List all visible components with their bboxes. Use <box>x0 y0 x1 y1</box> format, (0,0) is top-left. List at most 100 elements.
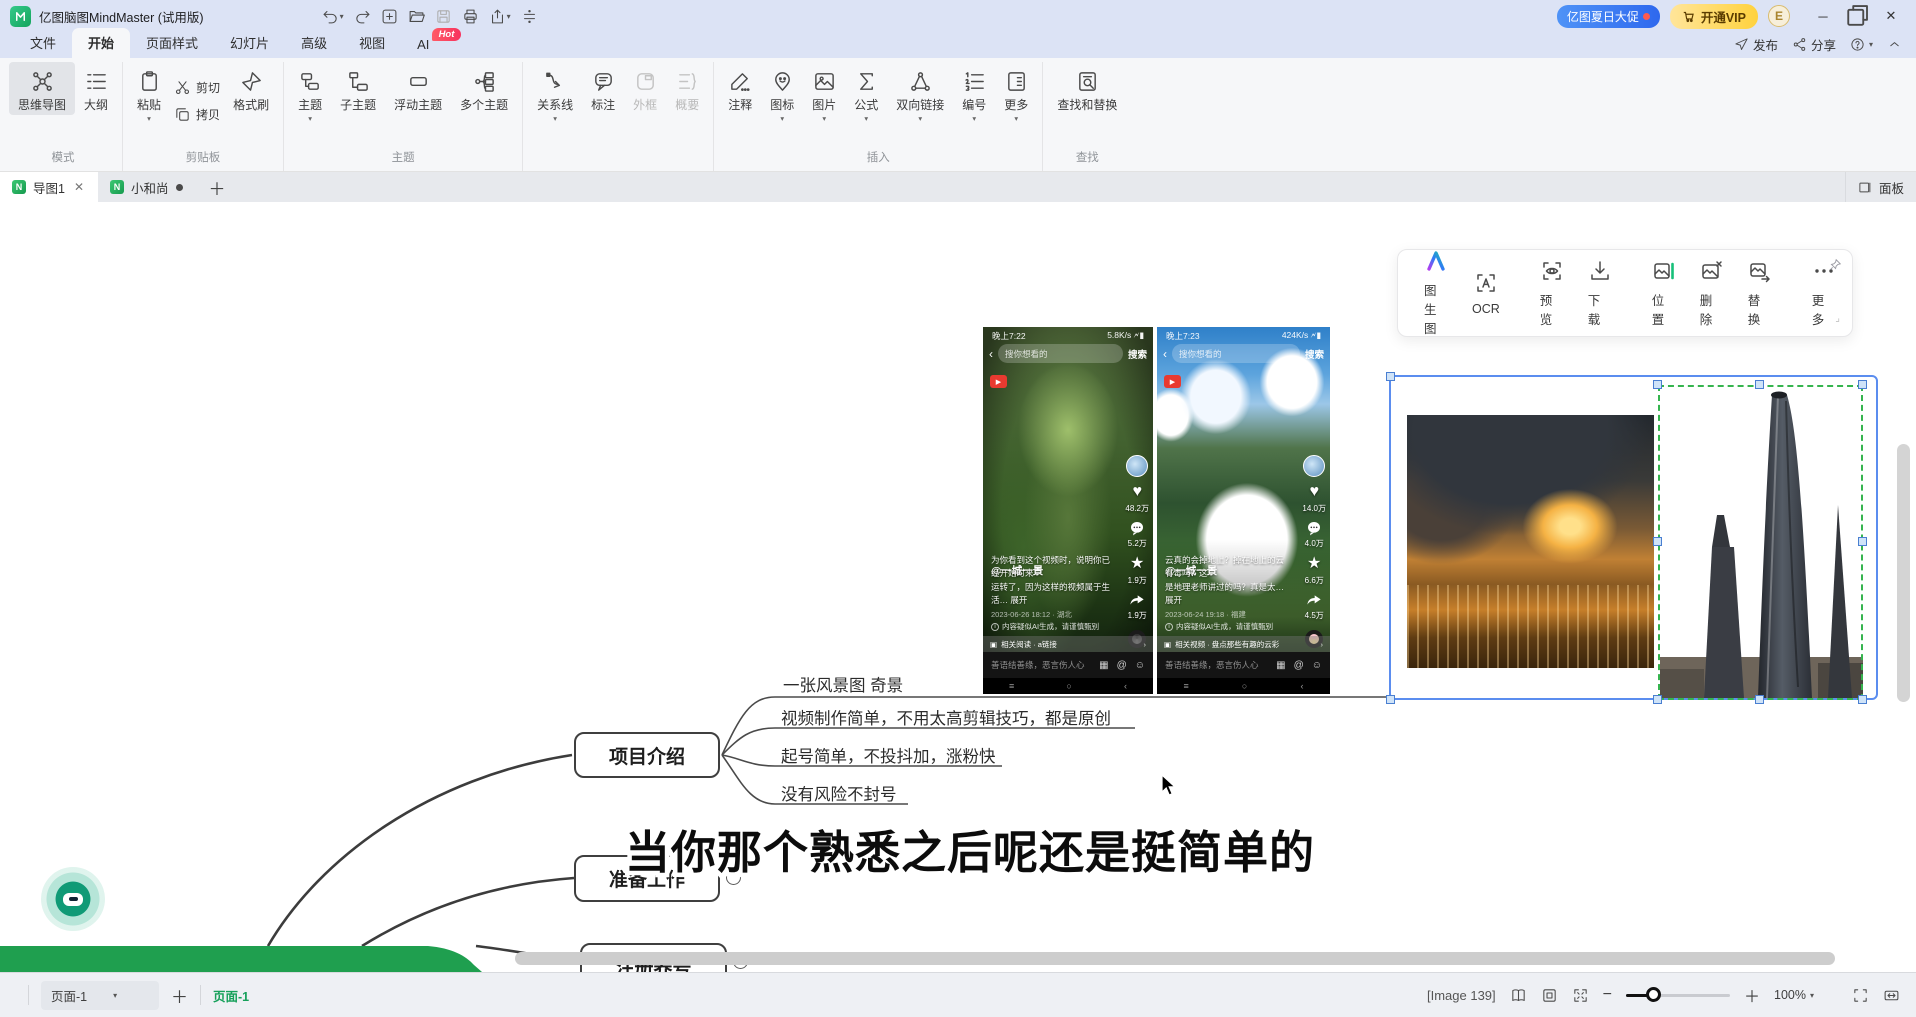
save-button[interactable] <box>435 8 452 25</box>
sunset-arch-image[interactable] <box>1407 415 1654 668</box>
pin-icon[interactable] <box>1828 258 1842 272</box>
open-file-button[interactable] <box>408 8 425 25</box>
cut-button[interactable]: 剪切 <box>170 77 224 98</box>
search-button[interactable]: 搜索 <box>1305 347 1324 361</box>
fit-width-icon[interactable] <box>1883 987 1900 1004</box>
uploader-avatar[interactable] <box>1303 455 1325 477</box>
action-rail[interactable]: ♥48.2万 5.2万 ★1.9万 1.9万 <box>1125 455 1149 648</box>
share-icon[interactable] <box>1129 592 1145 608</box>
back-icon[interactable]: ‹ <box>989 347 993 361</box>
insert-image-button[interactable]: 图片▾ <box>803 62 845 123</box>
selection-handle[interactable] <box>1653 380 1662 389</box>
comment-button[interactable]: 注释 <box>719 62 761 115</box>
related-strip[interactable]: ▣相关阅读 · a链接› <box>983 636 1153 652</box>
group-handle[interactable] <box>1386 372 1395 381</box>
uploader-avatar[interactable] <box>1126 455 1148 477</box>
selected-image-group[interactable] <box>1389 375 1878 700</box>
undo-caret-icon[interactable]: ▾ <box>340 12 344 21</box>
tab-close-icon[interactable]: ✕ <box>72 180 86 194</box>
action-rail[interactable]: ♥14.0万 4.0万 ★6.6万 4.5万 <box>1302 455 1326 648</box>
search-input[interactable]: 搜你想看的 <box>1172 344 1300 363</box>
group-handle[interactable] <box>1386 695 1395 704</box>
related-strip[interactable]: ▣相关视频 · 盘点那些有趣的云彩› <box>1157 636 1330 652</box>
fullscreen-icon[interactable] <box>1852 987 1869 1004</box>
outline-mode-button[interactable]: 大纲 <box>75 62 117 115</box>
topic-button[interactable]: 主题▾ <box>289 62 331 123</box>
topic-node-intro[interactable]: 项目介绍 <box>574 732 720 778</box>
page-tab-active[interactable]: 页面-1 <box>213 986 249 1005</box>
phone-screenshot-statue[interactable]: 晚上7:225.8K/s 🗲▮ ‹搜你想看的搜索 ▶ ♥48.2万 5.2万 ★… <box>983 327 1153 694</box>
undo-button[interactable]: ▾ <box>322 8 344 25</box>
add-page-button[interactable]: ＋ <box>171 983 188 1008</box>
share-button[interactable]: 分享 <box>1792 35 1836 54</box>
new-file-button[interactable] <box>381 8 398 25</box>
selection-handle[interactable] <box>1653 695 1662 704</box>
position-button[interactable]: 位置 <box>1642 259 1686 328</box>
collapse-ribbon-button[interactable] <box>1887 37 1902 52</box>
vertical-scrollbar[interactable] <box>1897 444 1910 702</box>
export-button[interactable]: ▾ <box>489 8 511 25</box>
img2img-button[interactable]: 图生图 <box>1414 249 1458 337</box>
preview-button[interactable]: 预览 <box>1530 259 1574 328</box>
copy-button[interactable]: 拷贝 <box>170 104 224 125</box>
redo-button[interactable] <box>354 8 371 25</box>
menu-slides[interactable]: 幻灯片 <box>214 28 285 58</box>
zoom-slider[interactable] <box>1626 994 1730 997</box>
selection-handle[interactable] <box>1755 380 1764 389</box>
format-painter-button[interactable]: 格式刷 <box>224 62 278 115</box>
zoom-in-button[interactable]: ＋ <box>1744 983 1760 1007</box>
tab-monk[interactable]: N 小和尚 <box>98 172 195 202</box>
android-navbar[interactable]: ≡○‹ <box>1157 678 1330 694</box>
navigator-icon[interactable] <box>1510 987 1527 1004</box>
relation-line-button[interactable]: 关系线▾ <box>528 62 582 123</box>
menu-home[interactable]: 开始 <box>72 28 130 58</box>
selection-handle[interactable] <box>1858 695 1867 704</box>
comment-input[interactable]: 善语结善缘，恶言伤人心▦@☺ <box>1157 652 1330 678</box>
insert-icon-button[interactable]: 图标▾ <box>761 62 803 123</box>
fit-frame-icon[interactable] <box>1541 987 1558 1004</box>
menu-advanced[interactable]: 高级 <box>285 28 343 58</box>
callout-button[interactable]: 标注 <box>582 62 624 115</box>
branch-label-4[interactable]: 没有风险不封号 <box>781 781 897 805</box>
expand-canvas-icon[interactable] <box>1572 987 1589 1004</box>
search-button[interactable]: 搜索 <box>1128 347 1147 361</box>
branch-label-3[interactable]: 起号简单，不投抖加，涨粉快 <box>781 743 996 767</box>
delete-button[interactable]: 删除 <box>1690 259 1734 328</box>
selection-handle[interactable] <box>1858 537 1867 546</box>
selection-handle[interactable] <box>1653 537 1662 546</box>
find-replace-button[interactable]: 查找和替换 <box>1048 62 1126 115</box>
promo-badge[interactable]: 亿图夏日大促 <box>1557 5 1660 28</box>
selection-handle[interactable] <box>1858 380 1867 389</box>
zoom-out-button[interactable]: − <box>1603 986 1612 1004</box>
subtopic-button[interactable]: 子主题 <box>331 62 385 115</box>
comment-icon[interactable] <box>1306 520 1322 536</box>
close-button[interactable]: ✕ <box>1876 4 1906 28</box>
search-input[interactable]: 搜你想看的 <box>998 344 1123 363</box>
formula-button[interactable]: 公式▾ <box>845 62 887 123</box>
zoom-level[interactable]: 100%▾ <box>1774 988 1814 1002</box>
toolbar-resize-icon[interactable]: ⌟ <box>1835 313 1840 324</box>
zoom-slider-knob[interactable] <box>1646 987 1661 1002</box>
menu-file[interactable]: 文件 <box>14 28 72 58</box>
comment-icon[interactable] <box>1129 520 1145 536</box>
mindmap-canvas[interactable]: 一张风景图 奇景 视频制作简单，不用太高剪辑技巧，都是原创 起号简单，不投抖加，… <box>0 202 1916 972</box>
new-tab-button[interactable]: ＋ <box>195 172 240 202</box>
share-icon[interactable] <box>1306 592 1322 608</box>
floating-topic-button[interactable]: 浮动主题 <box>385 62 451 115</box>
customize-quick-access-icon[interactable] <box>521 8 538 25</box>
favorite-icon[interactable]: ★ <box>1307 555 1321 573</box>
page-selector[interactable]: 页面-1▾ <box>41 981 159 1010</box>
branch-label-1[interactable]: 一张风景图 奇景 <box>783 672 903 696</box>
like-icon[interactable]: ♥ <box>1132 483 1142 501</box>
minimize-button[interactable]: ─ <box>1808 4 1838 28</box>
print-button[interactable] <box>462 8 479 25</box>
panel-toggle[interactable]: 面板 <box>1845 172 1916 202</box>
user-avatar[interactable]: E <box>1768 5 1790 27</box>
like-icon[interactable]: ♥ <box>1309 483 1319 501</box>
android-navbar[interactable]: ≡○‹ <box>983 678 1153 694</box>
more-insert-button[interactable]: 更多▾ <box>995 62 1037 123</box>
comment-input[interactable]: 善语结善缘，恶言伤人心▦@☺ <box>983 652 1153 678</box>
maximize-button[interactable] <box>1842 4 1872 28</box>
download-button[interactable]: 下载 <box>1578 259 1622 328</box>
phone-screenshot-cloud[interactable]: 晚上7:23424K/s 🗲▮ ‹搜你想看的搜索 ▶ ♥14.0万 4.0万 ★… <box>1157 327 1330 694</box>
